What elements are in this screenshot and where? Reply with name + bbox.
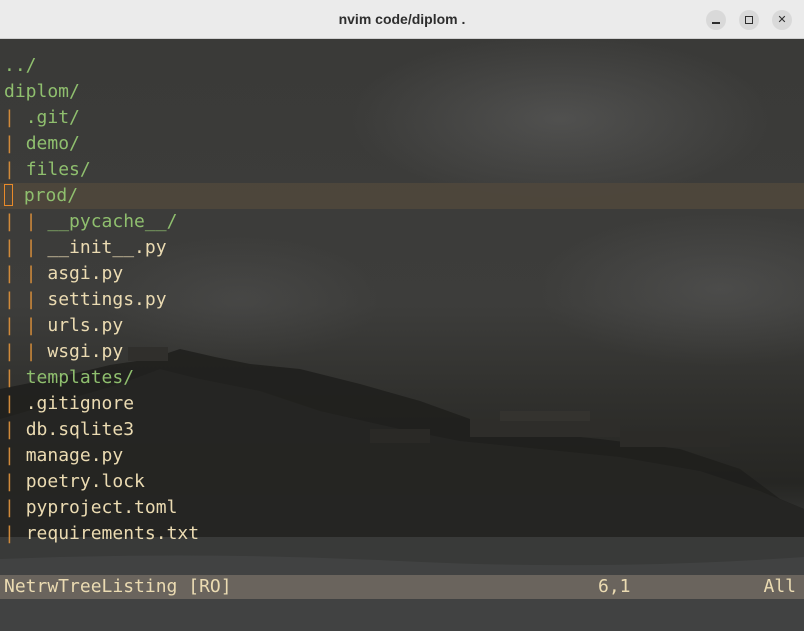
tree-line-current[interactable]: prod/ <box>0 183 804 209</box>
tree-line[interactable]: | manage.py <box>0 443 804 469</box>
tree-line[interactable]: | db.sqlite3 <box>0 417 804 443</box>
tree-indent-guide: | | <box>4 211 48 232</box>
tree-entry-name: .git/ <box>25 107 80 128</box>
tree-indent-guide: | <box>4 471 26 492</box>
tree-line[interactable]: ../ <box>0 53 804 79</box>
tree-indent-guide: | | <box>4 315 48 336</box>
tree-entry-name: __init__.py <box>47 237 167 258</box>
terminal-window: nvim code/diplom . ✕ ../ diplom/ | .git/… <box>0 0 804 631</box>
tree-entry-name: db.sqlite3 <box>25 419 135 440</box>
tree-entry-name: manage.py <box>25 445 124 466</box>
tree-entry-name: pyproject.toml <box>25 497 178 518</box>
tree-line[interactable]: | | __init__.py <box>0 235 804 261</box>
tree-line[interactable]: | | asgi.py <box>0 261 804 287</box>
tree-indent-guide: | <box>4 367 26 388</box>
statusline: NetrwTreeListing [RO] 6,1 All <box>0 575 804 599</box>
tree-indent-guide: | | <box>4 263 48 284</box>
tree-indent-guide: | <box>4 445 26 466</box>
editor-area[interactable]: ../ diplom/ | .git/ | demo/ | files/ pro… <box>0 39 804 631</box>
tree-indent-guide: | <box>4 523 26 544</box>
maximize-icon <box>745 16 753 24</box>
tree-entry-name: files/ <box>25 159 91 180</box>
tree-line[interactable]: | poetry.lock <box>0 469 804 495</box>
tree-line[interactable]: | pyproject.toml <box>0 495 804 521</box>
tree-line[interactable]: | | __pycache__/ <box>0 209 804 235</box>
tree-indent-guide: | | <box>4 341 48 362</box>
tree-entry-name: wsgi.py <box>47 341 124 362</box>
tree-line[interactable]: | | urls.py <box>0 313 804 339</box>
tree-indent-guide: | <box>4 419 26 440</box>
tree-entry-name: __pycache__/ <box>47 211 178 232</box>
tree-entry-name: diplom/ <box>4 81 80 102</box>
tree-line[interactable]: | demo/ <box>0 131 804 157</box>
tree-entry-name: urls.py <box>47 315 124 336</box>
close-icon: ✕ <box>777 13 787 26</box>
title-bar[interactable]: nvim code/diplom . ✕ <box>0 0 804 39</box>
tree-line[interactable]: | .git/ <box>0 105 804 131</box>
tree-indent-guide: | <box>4 107 26 128</box>
tree-line[interactable]: | .gitignore <box>0 391 804 417</box>
close-button[interactable]: ✕ <box>772 10 792 30</box>
tree-indent-guide: | <box>4 393 26 414</box>
statusline-cursor-position: 6,1 <box>598 576 631 597</box>
tree-entry-name: settings.py <box>47 289 167 310</box>
statusline-scroll-indicator: All <box>763 576 796 597</box>
window-title: nvim code/diplom . <box>338 11 466 27</box>
tree-indent-guide: | | <box>4 237 48 258</box>
tree-indent-guide: | <box>4 497 26 518</box>
minimize-icon <box>712 22 720 24</box>
tree-line[interactable]: | | settings.py <box>0 287 804 313</box>
tree-entry-name: demo/ <box>25 133 80 154</box>
tree-entry-name: poetry.lock <box>25 471 145 492</box>
tree-line[interactable]: diplom/ <box>0 79 804 105</box>
tree-indent-guide: | | <box>4 289 48 310</box>
tree-indent-guide: | <box>4 159 26 180</box>
tree-entry-name: ../ <box>4 55 37 76</box>
tree-entry-name: requirements.txt <box>25 523 200 544</box>
tree-entry-name: asgi.py <box>47 263 124 284</box>
tree-entry-name: templates/ <box>25 367 135 388</box>
text-cursor <box>4 184 13 206</box>
tree-line[interactable]: | templates/ <box>0 365 804 391</box>
tree-line[interactable]: | | wsgi.py <box>0 339 804 365</box>
tree-indent-guide: | <box>4 133 26 154</box>
tree-line[interactable]: | files/ <box>0 157 804 183</box>
statusline-filetype: NetrwTreeListing [RO] <box>4 576 232 597</box>
tree-line[interactable]: | requirements.txt <box>0 521 804 547</box>
maximize-button[interactable] <box>739 10 759 30</box>
minimize-button[interactable] <box>706 10 726 30</box>
netrw-tree-listing[interactable]: ../ diplom/ | .git/ | demo/ | files/ pro… <box>0 53 804 547</box>
tree-entry-name: .gitignore <box>25 393 135 414</box>
tree-entry-name: prod/ <box>23 185 79 206</box>
